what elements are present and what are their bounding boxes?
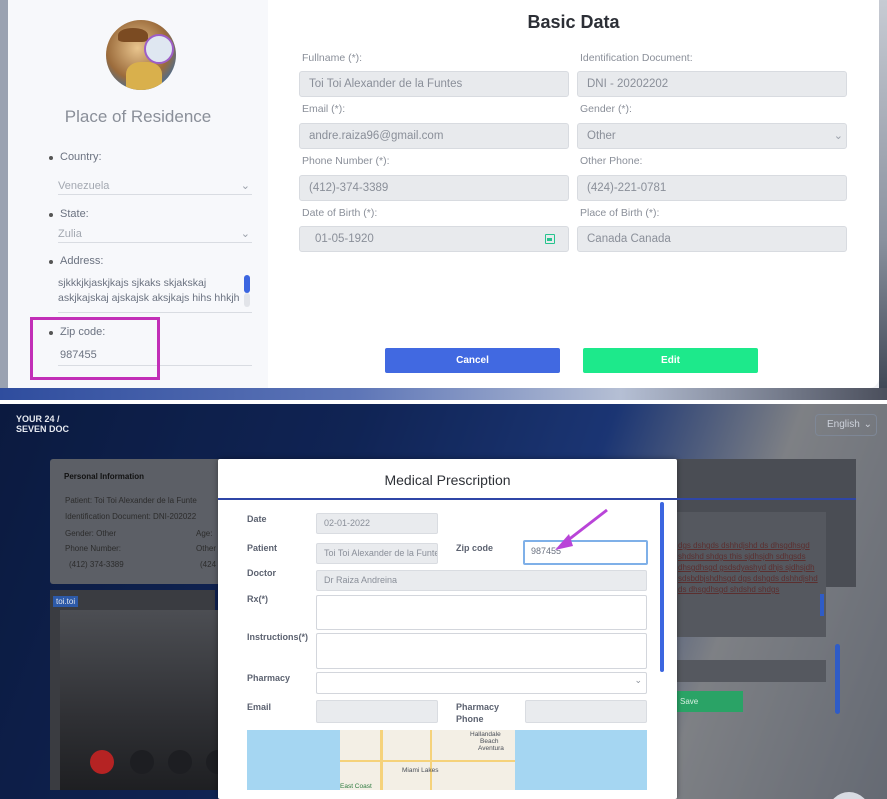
notes-input[interactable] [676, 660, 826, 682]
gender-label: Gender (*): [580, 103, 632, 115]
residence-title: Place of Residence [64, 107, 212, 126]
dob-input[interactable]: 01-05-1920 [299, 226, 569, 252]
date-input[interactable]: 02-01-2022 [316, 513, 438, 534]
edit-button[interactable]: Edit [583, 348, 758, 373]
doctor-input[interactable]: Dr Raiza Andreina [316, 570, 647, 591]
zip-code-label: Zip code [456, 543, 494, 553]
state-select[interactable]: Zulia ⌄ [58, 228, 252, 243]
address-textarea[interactable]: sjkkkjkjaskjkajs sjkaks skjakskaj askjka… [58, 276, 242, 306]
other-phone-label: Other Phone: [580, 155, 643, 167]
fullname-label: Fullname (*): [302, 52, 363, 64]
country-select[interactable]: Venezuela ⌄ [58, 180, 252, 195]
map-label-miami-lakes: Miami Lakes [402, 767, 439, 774]
map-label-hallandale: Hallandale [470, 731, 501, 738]
chevron-down-icon: ⌄ [240, 228, 250, 240]
dob-label: Date of Birth (*): [302, 207, 378, 219]
pharmacy-label: Pharmacy [247, 673, 291, 683]
modal-scrollbar[interactable] [660, 502, 664, 672]
pi-id-doc: Identification Document: DNI-202022 [65, 512, 197, 521]
address-line-2: askjkajskaj ajskajsk aksjkajs hihs hhkjh [58, 292, 240, 304]
address-line-1: sjkkkjkjaskjkajs sjkaks skjakskaj [58, 277, 207, 289]
microphone-icon[interactable] [130, 750, 154, 774]
background-left [0, 0, 8, 400]
pharmacy-phone-label: Pharmacy Phone [456, 702, 500, 724]
end-call-icon[interactable] [90, 750, 114, 774]
email-input[interactable] [316, 700, 438, 723]
map-label-east-coast: East Coast [340, 783, 372, 790]
pi-gender: Gender: Other [65, 529, 117, 538]
background-bottom [0, 388, 887, 400]
instructions-label: Instructions(*) [247, 632, 309, 642]
zip-highlight-box [30, 317, 160, 380]
address-scrollbar[interactable] [244, 275, 250, 293]
email-label: Email (*): [302, 103, 346, 115]
country-label: Country: [49, 151, 102, 163]
prescription-title: Medical Prescription [384, 472, 511, 488]
patient-label: Patient [247, 543, 278, 553]
pob-label: Place of Birth (*): [580, 207, 660, 219]
rx-textarea[interactable] [316, 595, 647, 630]
address-label: Address: [48, 255, 104, 267]
chevron-down-icon: ⌄ [833, 130, 843, 142]
state-value: Zulia [58, 228, 82, 240]
chevron-down-icon: ⌄ [240, 180, 250, 192]
camera-icon[interactable] [168, 750, 192, 774]
email-label: Email [247, 702, 272, 712]
pob-input[interactable]: Canada Canada [577, 226, 847, 252]
patient-input[interactable]: Toi Toi Alexander de la Funtes [316, 543, 438, 564]
pi-phone-label: Phone Number: [65, 544, 122, 553]
avatar [106, 20, 176, 90]
map-label-beach: Beach [480, 738, 499, 745]
chevron-down-icon: ⌄ [634, 675, 642, 685]
phone-input[interactable]: (412)-374-3389 [299, 175, 569, 201]
pi-phone-value-2: (424 [200, 560, 217, 569]
dob-value: 01-05-1920 [315, 233, 374, 245]
cancel-button[interactable]: Cancel [385, 348, 560, 373]
fullname-input[interactable]: Toi Toi Alexander de la Funtes [299, 71, 569, 97]
patient-profile-panel: Place of Residence Country: Venezuela ⌄ … [0, 0, 887, 400]
modal-header-divider [218, 498, 856, 500]
pharmacy-phone-input[interactable] [525, 700, 647, 723]
video-username: toi.toi [53, 596, 79, 607]
doctor-label: Doctor [247, 568, 276, 578]
map-label-aventura: Aventura [478, 745, 504, 752]
page-scrollbar[interactable] [835, 644, 840, 714]
notes-text: dgs dshgds dshhdjshd ds dhsgdhsgd shdshd… [678, 541, 818, 594]
notes-scrollbar[interactable] [820, 594, 824, 616]
phone-label: Phone Number (*): [302, 155, 390, 167]
gender-select[interactable]: Other ⌄ [577, 123, 847, 149]
id-document-input[interactable]: DNI - 20202202 [577, 71, 847, 97]
calendar-icon[interactable] [545, 234, 555, 244]
other-phone-input[interactable]: (424)-221-0781 [577, 175, 847, 201]
background-right [879, 0, 887, 400]
language-select[interactable]: English ⌄ [815, 414, 877, 436]
id-document-label: Identification Document: [580, 52, 693, 64]
instructions-textarea[interactable] [316, 633, 647, 669]
save-button[interactable]: Save [676, 691, 743, 712]
language-value: English [827, 419, 860, 430]
pharmacy-select[interactable]: ⌄ [316, 672, 647, 694]
date-label: Date [247, 514, 267, 524]
chevron-down-icon: ⌄ [863, 419, 872, 430]
email-input[interactable]: andre.raiza96@gmail.com [299, 123, 569, 149]
app-logo: YOUR 24 / SEVEN DOC [16, 414, 70, 434]
state-label: State: [49, 208, 89, 220]
pi-age: Age: [196, 529, 213, 538]
address-scroll-track [244, 293, 250, 307]
address-underline [58, 312, 252, 313]
pi-other-label: Other [196, 544, 217, 553]
annotation-arrow-icon [555, 508, 608, 550]
personal-info-title: Personal Information [64, 472, 145, 481]
rx-label: Rx(*) [247, 594, 269, 604]
gender-value: Other [587, 130, 616, 142]
country-value: Venezuela [58, 180, 110, 192]
map-road [340, 760, 515, 762]
pi-patient: Patient: Toi Toi Alexander de la Funte [65, 496, 197, 505]
basic-data-title: Basic Data [527, 12, 620, 32]
pi-phone-value: (412) 374-3389 [69, 560, 124, 569]
